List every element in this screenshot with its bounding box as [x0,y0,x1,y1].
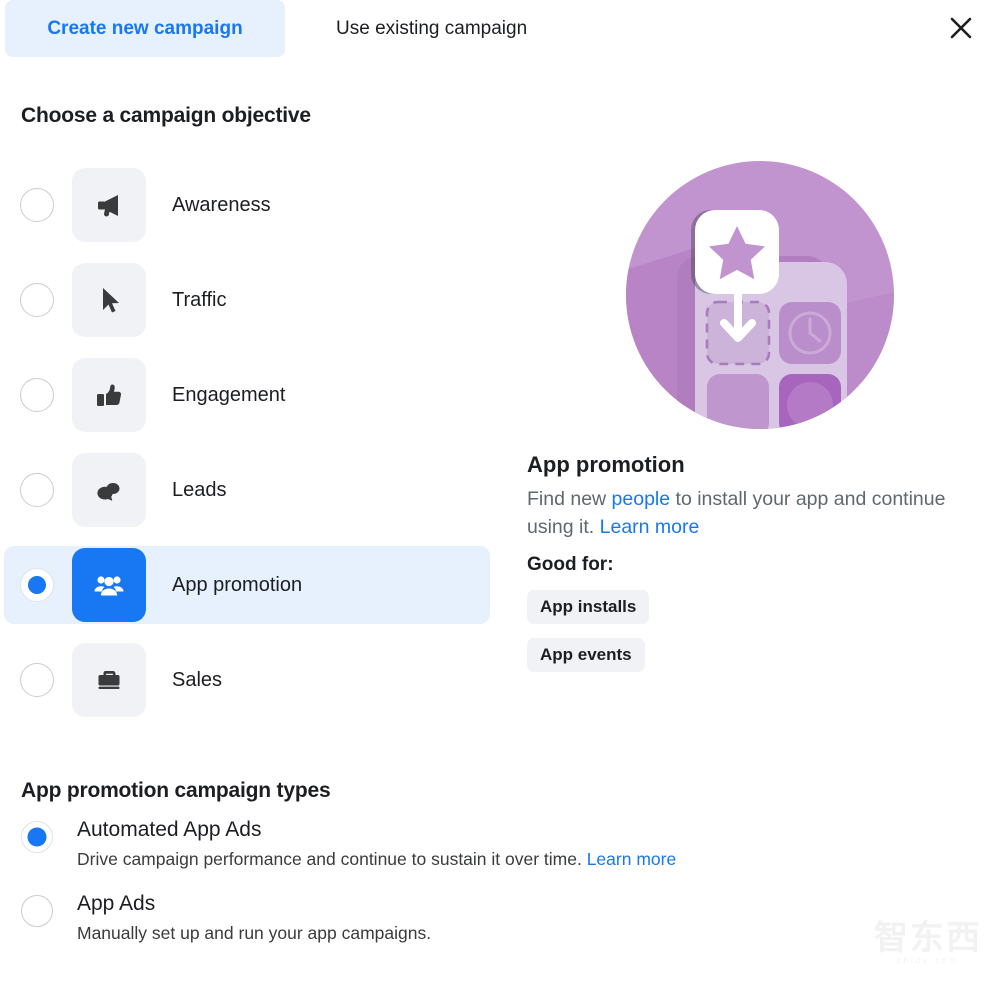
icon-tile-engagement [72,358,146,432]
objective-row-app-promotion[interactable]: App promotion [4,546,490,624]
objective-row-leads[interactable]: Leads [4,451,490,529]
chip-app-installs: App installs [527,589,650,624]
good-for-label: Good for: [527,553,614,575]
radio-sales[interactable] [20,663,54,697]
app-promotion-illustration [625,160,895,430]
radio-engagement[interactable] [20,378,54,412]
objective-detail-panel: App promotion Find new people to install… [527,160,977,672]
objective-row-engagement[interactable]: Engagement [4,356,490,434]
objective-label-traffic: Traffic [172,288,227,311]
campaign-type-automated-app-ads[interactable]: Automated App Ads Drive campaign perform… [21,818,871,870]
tab-create-new-campaign[interactable]: Create new campaign [5,0,285,57]
campaign-type-app-ads-desc: Manually set up and run your app campaig… [77,923,432,944]
watermark: 智东西 zhidx.com [874,921,982,965]
people-link[interactable]: people [612,488,671,510]
good-for-chip-row-1: App installs [527,576,977,624]
close-icon [950,17,972,39]
radio-leads[interactable] [20,473,54,507]
objective-label-engagement: Engagement [172,383,286,406]
megaphone-icon [98,195,118,217]
objective-row-sales[interactable]: Sales [4,641,490,719]
objective-label-awareness: Awareness [172,193,271,216]
campaign-type-app-ads-text: App Ads Manually set up and run your app… [77,892,431,944]
close-button[interactable] [944,11,978,45]
radio-app-promotion[interactable] [20,568,54,602]
tab-bar: Create new campaign Use existing campaig… [0,0,1000,58]
icon-tile-awareness [72,168,146,242]
campaign-type-app-ads-title: App Ads [77,892,156,916]
objective-label-app-promotion: App promotion [172,573,303,596]
objective-row-awareness[interactable]: Awareness [4,166,490,244]
app-promotion-illustration-svg [626,161,894,429]
thumbs-up-icon [97,384,122,406]
detail-description: Find new people to install your app and … [527,485,947,542]
automated-app-ads-learn-more-link[interactable]: Learn more [587,849,677,869]
chip-app-events: App events [527,637,645,672]
icon-tile-sales [72,643,146,717]
watermark-text: 智东西 [874,919,982,957]
tab-create-new-campaign-label: Create new campaign [47,17,243,39]
detail-title: App promotion [527,452,685,477]
objective-label-sales: Sales [172,668,223,691]
chat-bubbles-icon [97,483,120,501]
campaign-type-automated-app-ads-text: Automated App Ads Drive campaign perform… [77,818,676,870]
automated-app-ads-desc-text: Drive campaign performance and continue … [77,849,587,870]
radio-traffic[interactable] [20,283,54,317]
people-icon [94,576,124,596]
campaign-type-automated-app-ads-title: Automated App Ads [77,818,262,841]
campaign-types-list: Automated App Ads Drive campaign perform… [21,818,871,966]
campaign-type-automated-app-ads-desc: Drive campaign performance and continue … [77,849,676,870]
campaign-type-app-ads[interactable]: App Ads Manually set up and run your app… [21,892,871,944]
learn-more-link[interactable]: Learn more [600,516,700,538]
radio-app-ads[interactable] [21,895,53,928]
icon-tile-app-promotion [72,548,146,622]
objective-section-heading: Choose a campaign objective [21,104,311,127]
detail-desc-part1: Find new [527,488,612,510]
tab-use-existing-campaign-label: Use existing campaign [336,17,528,39]
briefcase-icon [98,671,120,689]
radio-awareness[interactable] [20,188,54,222]
objective-row-traffic[interactable]: Traffic [4,261,490,339]
radio-automated-app-ads[interactable] [21,821,53,853]
cursor-icon [103,288,119,313]
campaign-objective-dialog: Create new campaign Use existing campaig… [0,0,1000,985]
icon-tile-leads [72,453,146,527]
objective-list: Awareness Traffic Engagement Leads App p… [4,166,490,736]
watermark-subtext: zhidx.com [896,956,960,965]
campaign-types-heading: App promotion campaign types [21,779,331,802]
icon-tile-traffic [72,263,146,337]
tab-use-existing-campaign[interactable]: Use existing campaign [312,0,551,57]
good-for-chip-row-2: App events [527,624,977,672]
objective-label-leads: Leads [172,478,227,501]
